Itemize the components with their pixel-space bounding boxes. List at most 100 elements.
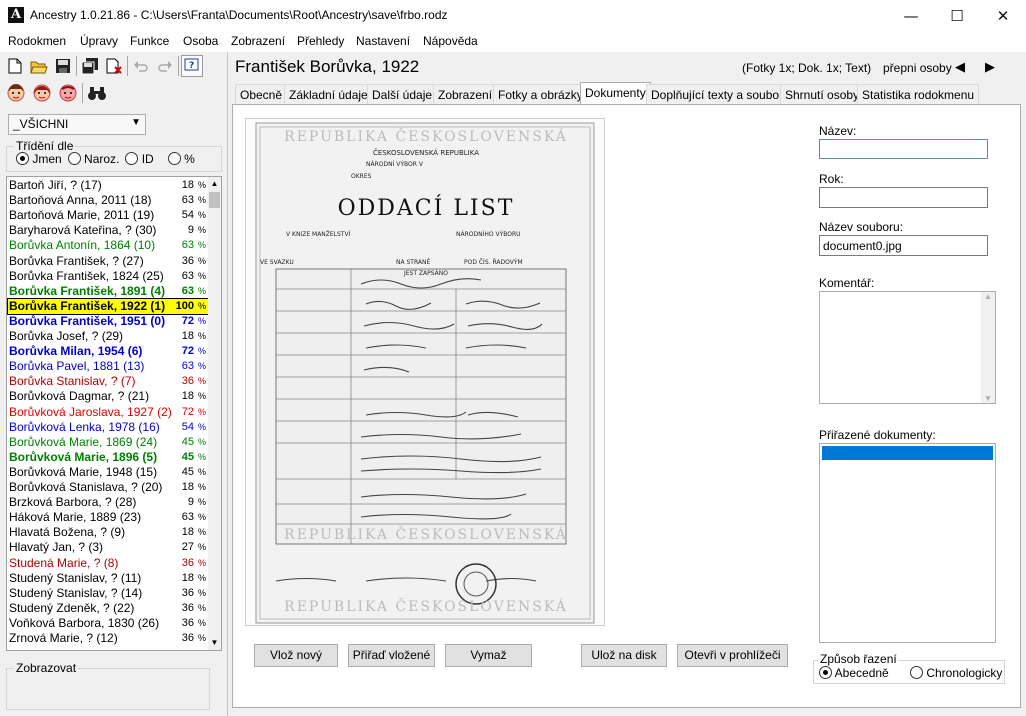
person-list-item[interactable]: Borůvka František, 1922 (1) 100% xyxy=(7,297,209,315)
undo-icon[interactable] xyxy=(130,55,152,77)
assign-inserted-button[interactable]: Přiřaď vložené xyxy=(348,644,435,667)
sort-radio-birth[interactable]: Naroz. xyxy=(67,152,119,166)
menu-zobrazeni[interactable]: Zobrazení xyxy=(231,34,285,48)
doc-sort-chrono-radio[interactable]: Chronologicky xyxy=(910,666,1002,680)
menu-upravy[interactable]: Úpravy xyxy=(80,34,118,48)
tab-obecne[interactable]: Obecně xyxy=(235,84,288,104)
percent-icon: % xyxy=(197,285,206,296)
year-input[interactable] xyxy=(819,187,988,208)
tab-statistika[interactable]: Statistika rodokmenu xyxy=(857,84,980,104)
person-completeness: 36 xyxy=(181,556,194,569)
sort-radio-percent[interactable]: % xyxy=(167,152,195,166)
scroll-up-icon[interactable]: ▲ xyxy=(981,292,995,301)
save-all-icon[interactable] xyxy=(79,55,101,77)
person-list-item[interactable]: Borůvka Pavel, 1881 (13) 63% xyxy=(8,359,208,374)
open-folder-icon[interactable] xyxy=(28,55,50,77)
file-name-input[interactable] xyxy=(819,235,988,256)
scroll-down-icon[interactable]: ▼ xyxy=(208,636,221,650)
save-to-disk-button[interactable]: Ulož na disk xyxy=(581,644,667,667)
person-list-item[interactable]: Borůvka František, ? (27) 36% xyxy=(8,254,208,269)
person-list-item[interactable]: Hlavatý Jan, ? (3) 27% xyxy=(8,540,208,555)
insert-new-button[interactable]: Vlož nový xyxy=(254,644,338,667)
person-list-item[interactable]: Háková Marie, 1889 (23) 63% xyxy=(8,510,208,525)
minimize-button[interactable]: — xyxy=(888,0,934,31)
redo-icon[interactable] xyxy=(154,55,176,77)
menu-osoba[interactable]: Osoba xyxy=(183,34,218,48)
tab-zakladni-udaje[interactable]: Základní údaje xyxy=(284,84,373,104)
chevron-down-icon: ▼ xyxy=(131,117,141,128)
delete-button[interactable]: Vymaž xyxy=(445,644,532,667)
person-list-item[interactable]: Borůvka Stanislav, ? (7) 36% xyxy=(8,374,208,389)
app-icon: A xyxy=(8,7,24,23)
person-list-item[interactable]: Bartoňová Anna, 2011 (18) 63% xyxy=(8,193,208,208)
menu-napoveda[interactable]: Nápověda xyxy=(423,34,478,48)
person-completeness: 18 xyxy=(181,390,194,403)
person-list-item[interactable]: Borůvková Lenka, 1978 (16) 54% xyxy=(8,420,208,435)
person-list-item[interactable]: Hlavatá Božena, ? (9) 18% xyxy=(8,525,208,540)
binoculars-icon[interactable] xyxy=(85,81,109,105)
person-list-item[interactable]: Borůvka Milan, 1954 (6) 72% xyxy=(8,344,208,359)
person-list-item[interactable]: Bartoň Jiří, ? (17) 18% xyxy=(8,178,208,193)
menu-prehledy[interactable]: Přehledy xyxy=(297,34,344,48)
person-name: Borůvka František, 1891 (4) xyxy=(9,283,166,298)
tab-dokumenty[interactable]: Dokumenty xyxy=(580,82,651,105)
person-list-item[interactable]: Baryharová Kateřina, ? (30) 9% xyxy=(8,223,208,238)
tab-zobrazeni[interactable]: Zobrazení xyxy=(433,84,498,104)
person-list-scrollbar[interactable]: ▲ ▼ xyxy=(208,177,221,650)
menu-funkce[interactable]: Funkce xyxy=(130,34,169,48)
person-list-item[interactable]: Borůvka František, 1951 (0) 72% xyxy=(8,314,208,329)
add-person-male-icon[interactable] xyxy=(4,81,28,105)
previous-person-icon[interactable]: ◀ xyxy=(955,59,965,75)
person-list-item[interactable]: Borůvková Marie, 1896 (5) 45% xyxy=(8,450,208,465)
next-person-icon[interactable]: ▶ xyxy=(985,59,995,75)
close-button[interactable]: ✕ xyxy=(980,0,1026,31)
open-in-browser-button[interactable]: Otevři v prohlížeči xyxy=(677,644,788,667)
comment-scrollbar[interactable]: ▲ ▼ xyxy=(981,292,995,403)
comment-textarea[interactable]: ▲ ▼ xyxy=(819,291,996,404)
person-list-item[interactable]: Borůvka Josef, ? (29) 18% xyxy=(8,329,208,344)
maximize-button[interactable]: ☐ xyxy=(934,0,980,31)
person-list-item[interactable]: Borůvková Marie, 1869 (24) 45% xyxy=(8,435,208,450)
help-icon[interactable]: ? xyxy=(181,55,203,77)
delete-file-icon[interactable] xyxy=(103,55,125,77)
person-list[interactable]: Bartoň Jiří, ? (17) 18% Bartoňová Anna, 20… xyxy=(6,176,222,651)
person-list-item[interactable]: Brzková Barbora, ? (28) 9% xyxy=(8,495,208,510)
new-file-icon[interactable] xyxy=(4,55,26,77)
person-list-item[interactable]: Studená Marie, ? (8) 36% xyxy=(8,556,208,571)
person-list-item[interactable]: Borůvková Stanislava, ? (20) 18% xyxy=(8,480,208,495)
person-list-item[interactable]: Borůvka Antonín, 1864 (10) 63% xyxy=(8,238,208,253)
person-list-item[interactable]: Studený Stanislav, ? (14) 36% xyxy=(8,586,208,601)
person-list-item[interactable]: Studený Stanislav, ? (11) 18% xyxy=(8,571,208,586)
person-name: Hlavatý Jan, ? (3) xyxy=(9,540,104,555)
person-list-item[interactable]: Borůvková Jaroslava, 1927 (2) 72% xyxy=(8,405,208,420)
percent-icon: % xyxy=(197,572,206,583)
doc-sort-alpha-radio[interactable]: Abecedně xyxy=(819,666,889,680)
sort-radio-name[interactable]: Jmen xyxy=(16,152,62,166)
person-list-item[interactable]: Bartoňová Marie, 2011 (19) 54% xyxy=(8,208,208,223)
tab-shrnuti-osoby[interactable]: Shrnutí osoby xyxy=(780,84,865,104)
person-list-item[interactable]: Borůvka František, 1891 (4) 63% xyxy=(8,284,208,299)
person-list-item[interactable]: Zrnová Marie, ? (12) 36% xyxy=(8,631,208,646)
filter-dropdown[interactable]: _VŠICHNI ▼ xyxy=(8,114,146,135)
person-list-item[interactable]: Voňková Barbora, 1830 (26) 36% xyxy=(8,616,208,631)
person-name: Voňková Barbora, 1830 (26) xyxy=(9,615,160,630)
tab-fotky-a-obrazky[interactable]: Fotky a obrázky xyxy=(493,84,588,104)
save-disk-icon[interactable] xyxy=(52,55,74,77)
sort-radio-id[interactable]: ID xyxy=(125,152,154,166)
name-input[interactable] xyxy=(819,139,988,159)
person-list-item[interactable]: Studený Zdeněk, ? (22) 36% xyxy=(8,601,208,616)
person-list-item[interactable]: Borůvková Marie, 1948 (15) 45% xyxy=(8,465,208,480)
assigned-doc-item-selected[interactable] xyxy=(822,446,993,460)
add-person-female-icon[interactable] xyxy=(30,81,54,105)
menu-nastaveni[interactable]: Nastavení xyxy=(356,34,410,48)
scroll-down-icon[interactable]: ▼ xyxy=(981,394,995,403)
person-list-item[interactable]: Borůvka František, 1824 (25) 63% xyxy=(8,269,208,284)
tab-doplnujici-texty[interactable]: Doplňující texty a soubory xyxy=(646,84,795,104)
tab-dalsi-udaje[interactable]: Další údaje xyxy=(367,84,438,104)
person-list-item[interactable]: Borůvková Dagmar, ? (21) 18% xyxy=(8,389,208,404)
scroll-up-icon[interactable]: ▲ xyxy=(208,177,221,191)
add-person-child-icon[interactable] xyxy=(56,81,80,105)
assigned-docs-list[interactable] xyxy=(819,443,996,643)
menu-rodokmen[interactable]: Rodokmen xyxy=(8,34,66,48)
scroll-thumb[interactable] xyxy=(209,192,220,208)
